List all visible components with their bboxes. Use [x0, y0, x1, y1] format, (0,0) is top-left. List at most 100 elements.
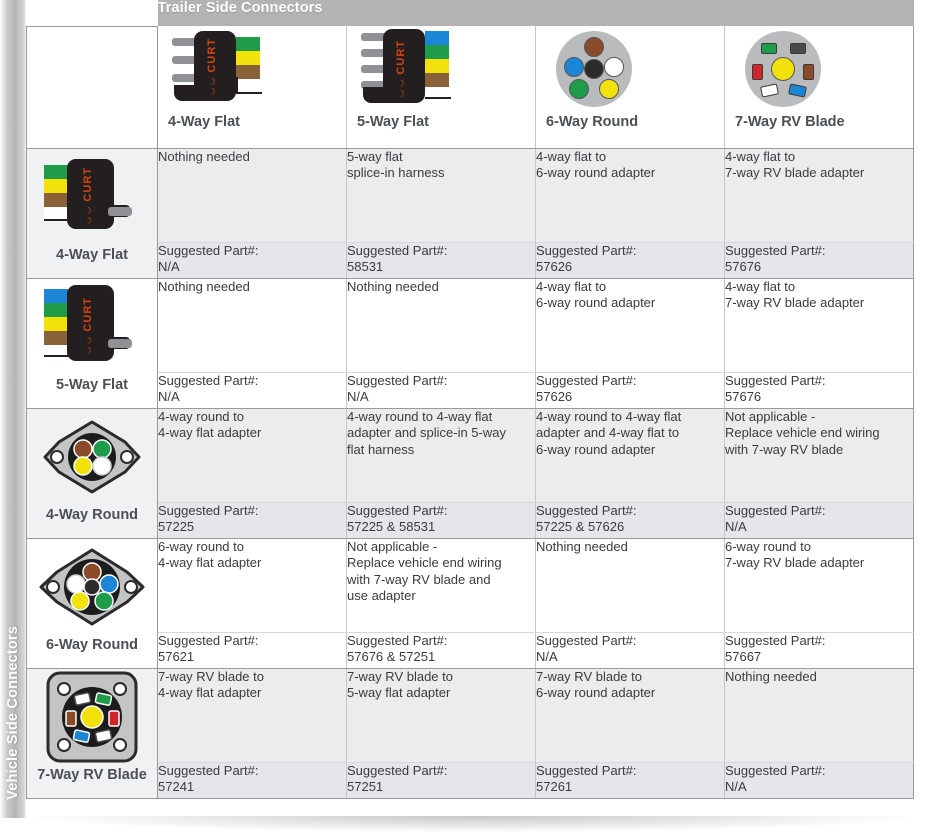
part-number: N/A [347, 389, 369, 404]
desc-line: 4-way round to [158, 408, 244, 424]
cell-desc-r0c2: 4-way flat to 6-way round adapter [535, 148, 725, 243]
part-number: 57261 [536, 779, 573, 794]
cell-desc-r2c0: 4-way round to 4-way flat adapter [157, 408, 347, 503]
desc-line: 7-way RV blade to [158, 668, 264, 684]
connector-5-way-flat-icon: ☾☾ CURT [347, 26, 535, 112]
cell-desc-r1c2: 4-way flat to 6-way round adapter [535, 278, 725, 373]
corner-cell [26, 25, 158, 149]
cell-desc-r0c3: 4-way flat to 7-way RV blade adapter [723, 148, 915, 243]
vehicle-5-way-flat-icon: CURT ☾☾ [27, 279, 157, 375]
compatibility-table: Trailer Side Connectors ☾☾ CURT 4-Way Fl… [26, 0, 915, 799]
cell-part-r3c2: Suggested Part#: N/A [535, 632, 725, 669]
desc-line: splice-in harness [347, 165, 445, 180]
part-number: 57241 [158, 779, 195, 794]
part-number: 57225 [158, 519, 195, 534]
row-header-6-way-round: 6-Way Round [26, 538, 158, 669]
desc-line: 5-way flat [347, 148, 403, 164]
row-header-label: 7-Way RV Blade [37, 766, 147, 783]
part-label: Suggested Part#: [158, 372, 259, 388]
part-number: 57621 [158, 649, 195, 664]
desc-line: Nothing needed [536, 538, 628, 554]
column-header-label: 5-Way Flat [357, 114, 429, 130]
desc-line: 4-way round to 4-way flat [536, 408, 682, 424]
cell-part-r4c3: Suggested Part#: N/A [723, 762, 915, 799]
part-number: 57676 & 57251 [347, 649, 436, 664]
desc-line: 7-way RV blade to [536, 668, 642, 684]
part-label: Suggested Part#: [347, 632, 448, 648]
desc-line: 4-way round to 4-way flat [347, 408, 493, 424]
cell-desc-r4c2: 7-way RV blade to 6-way round adapter [535, 668, 725, 763]
column-header-label: 7-Way RV Blade [735, 114, 845, 130]
part-number: 57251 [347, 779, 384, 794]
cell-desc-r4c1: 7-way RV blade to 5-way flat adapter [346, 668, 536, 763]
banner-spacer [26, 0, 158, 26]
cell-desc-r4c0: 7-way RV blade to 4-way flat adapter [157, 668, 347, 763]
desc-line: adapter and 4-way flat to [536, 425, 680, 440]
cell-part-r2c1: Suggested Part#: 57225 & 58531 [346, 502, 536, 539]
desc-line: 4-way flat to [536, 278, 607, 294]
part-label: Suggested Part#: [347, 372, 448, 388]
table-row: 7-Way RV Blade 7-way RV blade to 4-way f… [26, 668, 915, 799]
table-row-part: Suggested Part#: 57241 Suggested Part#: … [27, 762, 915, 799]
part-label: Suggested Part#: [536, 242, 637, 258]
cell-part-r2c0: Suggested Part#: 57225 [157, 502, 347, 539]
desc-line: 6-way round adapter [536, 295, 656, 310]
part-label: Suggested Part#: [347, 242, 448, 258]
desc-line: Nothing needed [347, 278, 439, 294]
part-label: Suggested Part#: [347, 762, 448, 778]
connector-6-way-round-icon [536, 26, 724, 112]
part-label: Suggested Part#: [725, 242, 826, 258]
cell-part-r4c2: Suggested Part#: 57261 [535, 762, 725, 799]
part-number: N/A [725, 779, 747, 794]
part-number: N/A [158, 259, 180, 274]
column-header-row: ☾☾ CURT 4-Way Flat ☾☾ CURT 5-Way Flat 6-… [26, 25, 915, 149]
cell-desc-r2c2: 4-way round to 4-way flat adapter and 4-… [535, 408, 725, 503]
desc-line: 7-way RV blade adapter [725, 555, 865, 570]
cell-part-r4c1: Suggested Part#: 57251 [346, 762, 536, 799]
part-label: Suggested Part#: [158, 242, 259, 258]
column-header-label: 4-Way Flat [168, 114, 240, 130]
part-label: Suggested Part#: [725, 372, 826, 388]
desc-line: 4-way flat to [725, 278, 796, 294]
desc-line: 6-way round adapter [536, 685, 656, 700]
desc-line: 4-way flat to [725, 148, 796, 164]
desc-line: 4-way flat adapter [158, 425, 262, 440]
cell-part-r3c1: Suggested Part#: 57676 & 57251 [346, 632, 536, 669]
desc-line: Nothing needed [158, 278, 250, 294]
desc-line: Nothing needed [158, 148, 250, 164]
row-header-label: 4-Way Round [45, 506, 139, 523]
part-number: 57626 [536, 389, 573, 404]
vehicle-4-way-flat-icon: CURT ☾☾ [27, 149, 157, 245]
desc-line: with 7-way RV blade and [347, 571, 491, 587]
part-label: Suggested Part#: [158, 632, 259, 648]
part-label: Suggested Part#: [536, 762, 637, 778]
desc-line: 6-way round adapter [536, 165, 656, 180]
connector-7-way-rv-blade-icon [725, 26, 913, 112]
cell-desc-r2c3: Not applicable - Replace vehicle end wir… [723, 408, 915, 503]
part-label: Suggested Part#: [725, 762, 826, 778]
part-label: Suggested Part#: [158, 762, 259, 778]
row-header-4-way-flat: CURT ☾☾ 4-Way Flat [26, 148, 158, 279]
desc-line: 5-way flat adapter [347, 685, 451, 700]
cell-part-r3c0: Suggested Part#: 57621 [157, 632, 347, 669]
part-label: Suggested Part#: [725, 502, 826, 518]
desc-line: Replace vehicle end wiring [725, 425, 880, 440]
table-banner-row: Trailer Side Connectors [26, 0, 914, 26]
table-row: 4-Way Round 4-way round to 4-way flat ad… [26, 408, 915, 539]
table-row-part: Suggested Part#: N/A Suggested Part#: 58… [27, 242, 915, 279]
cell-desc-r1c3: 4-way flat to 7-way RV blade adapter [723, 278, 915, 373]
cell-part-r0c2: Suggested Part#: 57626 [535, 242, 725, 279]
desc-line: 7-way RV blade adapter [725, 295, 865, 310]
desc-line: 7-way RV blade adapter [725, 165, 865, 180]
part-number: N/A [725, 519, 747, 534]
row-header-7-way-rv-blade: 7-Way RV Blade [26, 668, 158, 799]
cell-desc-r1c1: Nothing needed [346, 278, 536, 373]
part-label: Suggested Part#: [536, 502, 637, 518]
desc-line: with 7-way RV blade [725, 441, 844, 457]
cell-part-r2c2: Suggested Part#: 57225 & 57626 [535, 502, 725, 539]
part-number: 57676 [725, 389, 762, 404]
cell-desc-r0c0: Nothing needed [157, 148, 347, 243]
cell-part-r2c3: Suggested Part#: N/A [723, 502, 915, 539]
cell-desc-r3c3: 6-way round to 7-way RV blade adapter [723, 538, 915, 633]
table-row: CURT ☾☾ 4-Way Flat Nothing needed 5-way … [26, 148, 915, 279]
